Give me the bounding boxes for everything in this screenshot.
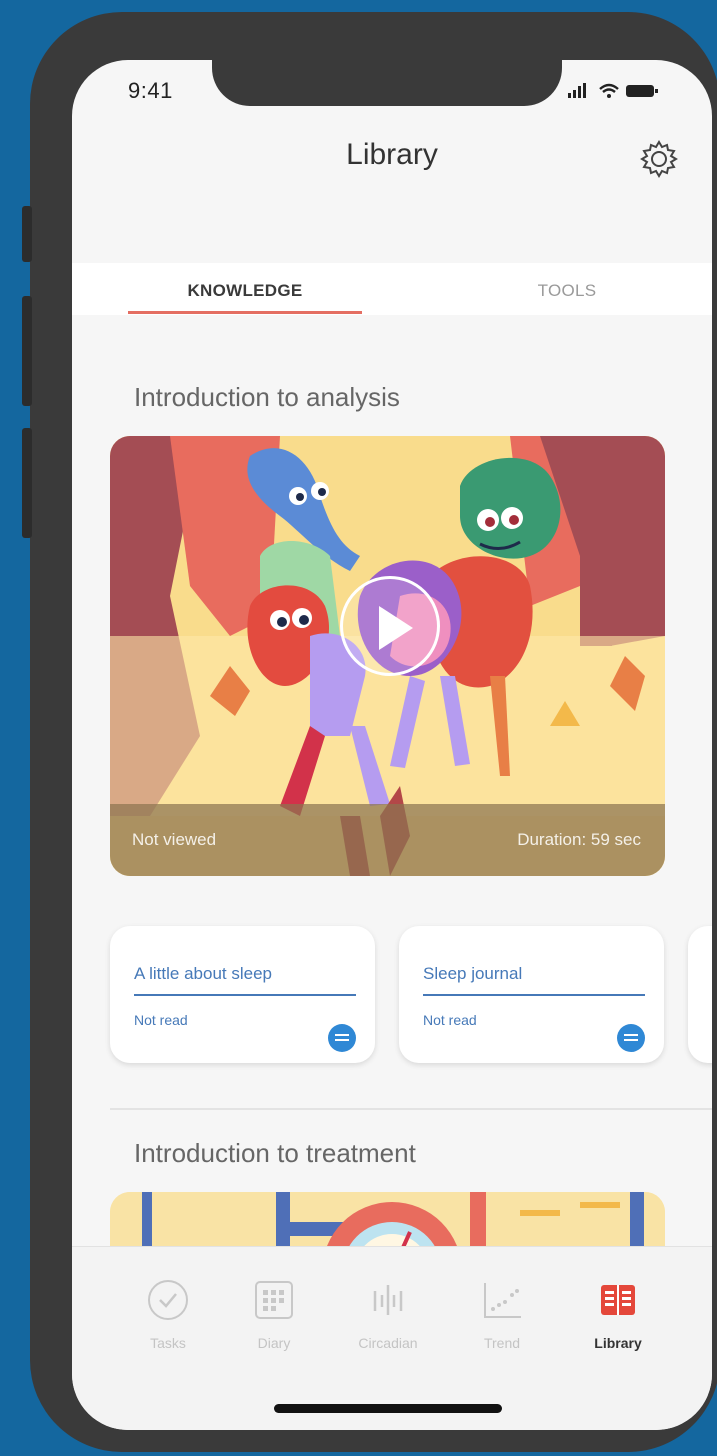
nav-item-tasks[interactable]: Tasks — [118, 1277, 218, 1351]
wifi-icon — [599, 83, 619, 98]
article-title: A little about sleep — [134, 964, 272, 983]
gear-icon[interactable] — [638, 138, 680, 180]
phone-side-button — [22, 206, 32, 262]
article-card[interactable]: Sleep journal Not read — [399, 926, 664, 1063]
article-status: Not read — [134, 1012, 188, 1028]
check-circle-icon — [148, 1280, 188, 1320]
video-card[interactable]: Not viewed Duration: 59 sec — [110, 436, 665, 876]
document-icon — [328, 1024, 356, 1052]
nav-item-diary[interactable]: Diary — [224, 1277, 324, 1351]
nav-label: Tasks — [150, 1335, 186, 1351]
trend-chart-icon — [484, 1283, 521, 1318]
article-title: Sleep journal — [423, 964, 523, 983]
section-title: Introduction to treatment — [134, 1138, 416, 1168]
nav-item-library[interactable]: Library — [568, 1277, 668, 1351]
video-duration: Duration: 59 sec — [517, 830, 641, 849]
phone-side-button — [22, 296, 32, 406]
play-icon — [379, 606, 413, 650]
nav-label: Trend — [483, 1335, 521, 1351]
active-tab-indicator — [128, 311, 362, 314]
signal-icon — [568, 83, 586, 98]
bottom-nav: Tasks Diary Circadian Trend Library — [72, 1246, 712, 1430]
nav-label: Library — [594, 1335, 642, 1351]
home-indicator[interactable] — [274, 1404, 502, 1413]
circadian-icon — [373, 1285, 403, 1315]
nav-label: Circadian — [358, 1335, 418, 1351]
video-status: Not viewed — [132, 830, 217, 849]
article-divider — [423, 994, 645, 996]
phone-side-button — [22, 428, 32, 538]
status-icons — [568, 83, 658, 98]
page-title: Library — [346, 138, 438, 171]
battery-icon — [626, 85, 658, 97]
app-screen: 9:41 Library KNOWLEDGE TOOLS Introductio… — [72, 60, 712, 1430]
nav-label: Diary — [257, 1335, 291, 1351]
tab-bar: KNOWLEDGE TOOLS — [72, 263, 712, 315]
section-divider — [110, 1108, 712, 1110]
status-time: 9:41 — [128, 78, 173, 103]
tab-knowledge[interactable]: KNOWLEDGE — [128, 281, 362, 301]
section-title: Introduction to analysis — [134, 382, 400, 412]
nav-item-trend[interactable]: Trend — [452, 1277, 552, 1351]
tab-tools[interactable]: TOOLS — [492, 281, 642, 301]
library-book-icon — [601, 1285, 635, 1315]
nav-item-circadian[interactable]: Circadian — [338, 1277, 438, 1351]
document-icon — [617, 1024, 645, 1052]
article-divider — [134, 994, 356, 996]
video-footer: Not viewed Duration: 59 sec — [110, 804, 665, 876]
play-button[interactable] — [340, 576, 440, 676]
phone-notch — [212, 60, 562, 106]
article-status: Not read — [423, 1012, 477, 1028]
article-card[interactable]: A little about sleep Not read — [110, 926, 375, 1063]
article-card-partial[interactable] — [688, 926, 712, 1063]
calendar-icon — [255, 1281, 293, 1319]
